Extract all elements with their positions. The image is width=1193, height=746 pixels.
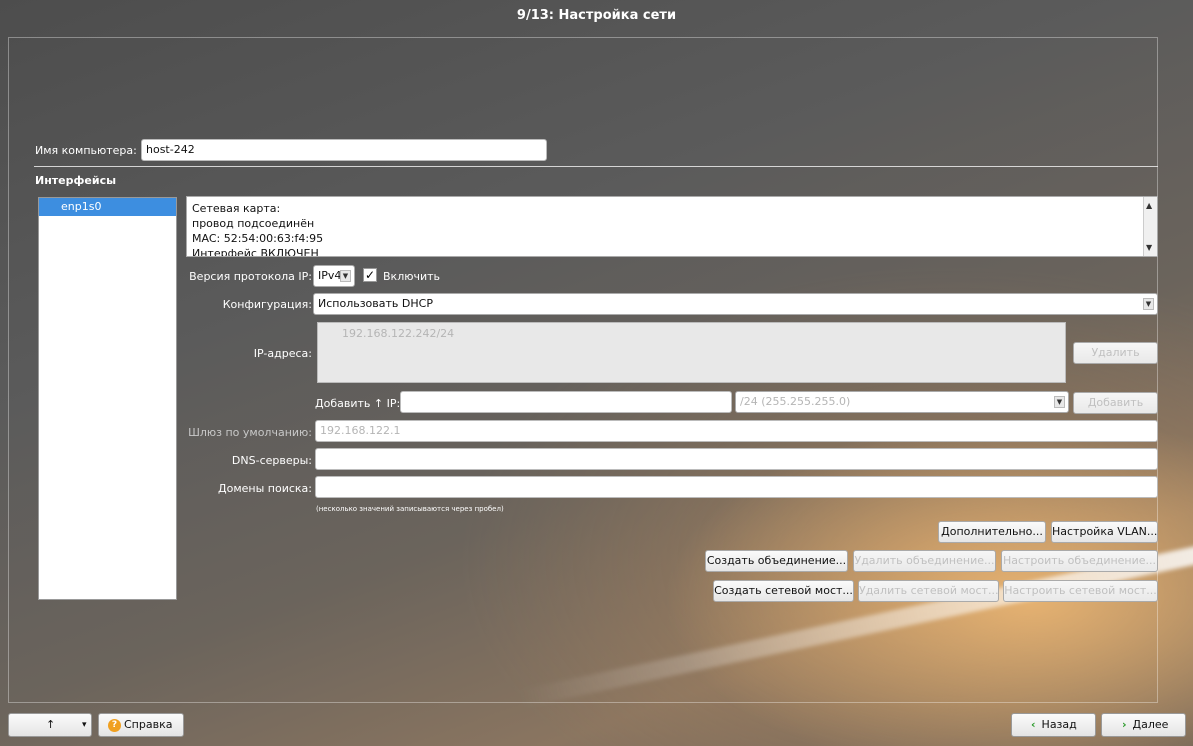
next-button[interactable]: › Далее: [1101, 713, 1186, 737]
window-title: 9/13: Настройка сети: [516, 8, 677, 23]
ip-address-item[interactable]: 192.168.122.242/24: [342, 327, 1041, 340]
enable-checkbox[interactable]: ✓: [363, 268, 377, 282]
search-domains-label: Домены поиска:: [218, 482, 312, 495]
config-label: Конфигурация:: [222, 298, 312, 311]
chevron-down-icon: ▾: [82, 720, 87, 730]
dns-input[interactable]: [315, 448, 1158, 470]
enable-label: Включить: [383, 270, 441, 283]
ip-label: IP-адреса:: [253, 347, 312, 360]
delete-ip-button[interactable]: Удалить: [1073, 342, 1158, 364]
add-ip-input[interactable]: [400, 391, 732, 413]
chevron-left-icon: ‹: [1031, 718, 1036, 731]
delete-bond-button[interactable]: Удалить объединение...: [853, 550, 996, 572]
chevron-right-icon: ›: [1122, 718, 1127, 731]
back-label: Назад: [1041, 718, 1077, 731]
protocol-select[interactable]: IPv4 ▼: [313, 265, 355, 287]
search-domains-input[interactable]: [315, 476, 1158, 498]
chevron-down-icon: ▼: [340, 270, 351, 282]
up-arrow-icon: ↑: [46, 718, 56, 731]
gateway-label: Шлюз по умолчанию:: [188, 426, 312, 439]
hint-text: (несколько значений записываются через п…: [316, 505, 504, 513]
create-bridge-button[interactable]: Создать сетевой мост...: [713, 580, 854, 602]
info-line: Интерфейс ВКЛЮЧЕН: [192, 247, 319, 257]
netmask-select[interactable]: /24 (255.255.255.0) ▼: [735, 391, 1069, 413]
info-line: провод подсоединён: [192, 217, 315, 230]
advanced-button[interactable]: Дополнительно...: [938, 521, 1046, 543]
netmask-value: /24 (255.255.255.0): [740, 395, 851, 408]
add-ip-button[interactable]: Добавить: [1073, 392, 1158, 414]
info-line: Сетевая карта:: [192, 202, 281, 215]
help-icon: ?: [108, 718, 121, 732]
scroll-down-icon[interactable]: ▼: [1146, 240, 1152, 255]
config-value: Использовать DHCP: [318, 297, 433, 310]
info-line: MAC: 52:54:00:63:f4:95: [192, 232, 324, 245]
interface-item[interactable]: enp1s0: [39, 198, 176, 216]
help-label: Справка: [124, 718, 173, 731]
delete-bridge-button[interactable]: Удалить сетевой мост...: [858, 580, 999, 602]
hostname-label: Имя компьютера:: [35, 144, 137, 157]
add-ip-label: Добавить ↑ IP:: [315, 397, 401, 410]
info-scrollbar[interactable]: ▲ ▼: [1143, 197, 1157, 256]
gateway-input[interactable]: 192.168.122.1: [315, 420, 1158, 442]
configure-bridge-button[interactable]: Настроить сетевой мост...: [1003, 580, 1158, 602]
separator: [34, 166, 1158, 167]
ip-address-list[interactable]: 192.168.122.242/24: [317, 322, 1066, 383]
protocol-value: IPv4: [318, 269, 342, 282]
config-select[interactable]: Использовать DHCP ▼: [313, 293, 1158, 315]
configure-bond-button[interactable]: Настроить объединение...: [1001, 550, 1158, 572]
help-button[interactable]: ? Справка: [98, 713, 184, 737]
back-button[interactable]: ‹ Назад: [1011, 713, 1096, 737]
vlan-button[interactable]: Настройка VLAN...: [1051, 521, 1158, 543]
chevron-down-icon: ▼: [1054, 396, 1065, 408]
interfaces-section-label: Интерфейсы: [35, 174, 117, 187]
interface-info: Сетевая карта: провод подсоединён MAC: 5…: [186, 196, 1158, 257]
interfaces-list[interactable]: enp1s0: [38, 197, 177, 600]
dns-label: DNS-серверы:: [231, 454, 312, 467]
next-label: Далее: [1132, 718, 1169, 731]
chevron-down-icon: ▼: [1143, 298, 1154, 310]
checkmark-icon: ✓: [364, 268, 376, 282]
up-dropdown-button[interactable]: ↑ ▾: [8, 713, 92, 737]
scroll-up-icon[interactable]: ▲: [1146, 198, 1152, 213]
hostname-input[interactable]: host-242: [141, 139, 547, 161]
create-bond-button[interactable]: Создать объединение...: [705, 550, 848, 572]
protocol-label: Версия протокола IP:: [189, 270, 312, 283]
